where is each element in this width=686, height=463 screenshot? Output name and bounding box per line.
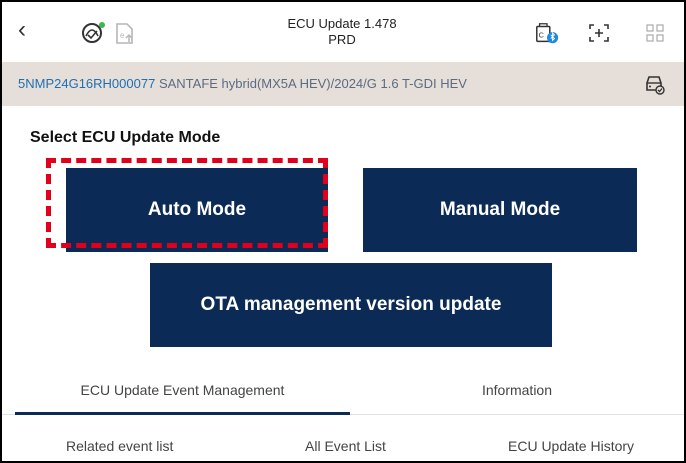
subtab-all-event-list[interactable]: All Event List bbox=[305, 438, 386, 454]
subtab-label: Related event list bbox=[66, 438, 174, 454]
app-frame: ‹ e ECU Update 1.478 PRD C 5NMP24G16RH00… bbox=[0, 0, 686, 463]
fullscreen-icon[interactable] bbox=[586, 20, 612, 46]
manual-mode-button[interactable]: Manual Mode bbox=[363, 168, 637, 252]
vehicle-info-bar: 5NMP24G16RH000077 SANTAFE hybrid(MX5A HE… bbox=[2, 62, 684, 106]
page-title: ECU Update 1.478 PRD bbox=[242, 16, 442, 48]
tab-information[interactable]: Information bbox=[417, 382, 617, 398]
vci-bluetooth-icon[interactable]: C bbox=[534, 20, 560, 46]
svg-text:C: C bbox=[539, 31, 545, 40]
subtab-ecu-update-history[interactable]: ECU Update History bbox=[508, 438, 634, 454]
title-line-env: PRD bbox=[328, 32, 356, 47]
auto-mode-label: Auto Mode bbox=[147, 199, 247, 220]
vci-status-icon[interactable] bbox=[80, 20, 106, 46]
tab-ecu-update-event-management[interactable]: ECU Update Event Management bbox=[30, 382, 335, 398]
subtab-related-event-list[interactable]: Related event list bbox=[66, 438, 173, 454]
tab-label: ECU Update Event Management bbox=[80, 382, 285, 398]
manual-mode-label: Manual Mode bbox=[439, 199, 561, 220]
active-tab-indicator bbox=[15, 412, 350, 415]
ota-update-label: OTA management version update bbox=[200, 294, 502, 315]
top-bar: ‹ e ECU Update 1.478 PRD C bbox=[2, 2, 684, 62]
grid-menu-icon[interactable] bbox=[642, 20, 668, 46]
back-icon[interactable]: ‹ bbox=[18, 18, 38, 42]
svg-text:e: e bbox=[120, 31, 125, 40]
subtab-label: ECU Update History bbox=[508, 438, 635, 454]
subtab-label: All Event List bbox=[305, 438, 386, 454]
vehicle-description: SANTAFE hybrid(MX5A HEV)/2024/G 1.6 T-GD… bbox=[158, 76, 467, 91]
tab-label: Information bbox=[481, 382, 553, 398]
auto-mode-button[interactable]: Auto Mode bbox=[66, 168, 328, 252]
export-icon[interactable]: e bbox=[112, 20, 138, 46]
ota-update-button[interactable]: OTA management version update bbox=[150, 263, 552, 347]
section-title: Select ECU Update Mode bbox=[30, 129, 221, 146]
vehicle-info: 5NMP24G16RH000077 SANTAFE hybrid(MX5A HE… bbox=[18, 76, 467, 91]
title-line-app: ECU Update 1.478 bbox=[287, 16, 397, 31]
vin-number: 5NMP24G16RH000077 bbox=[18, 76, 156, 91]
vehicle-check-icon[interactable] bbox=[642, 72, 666, 96]
